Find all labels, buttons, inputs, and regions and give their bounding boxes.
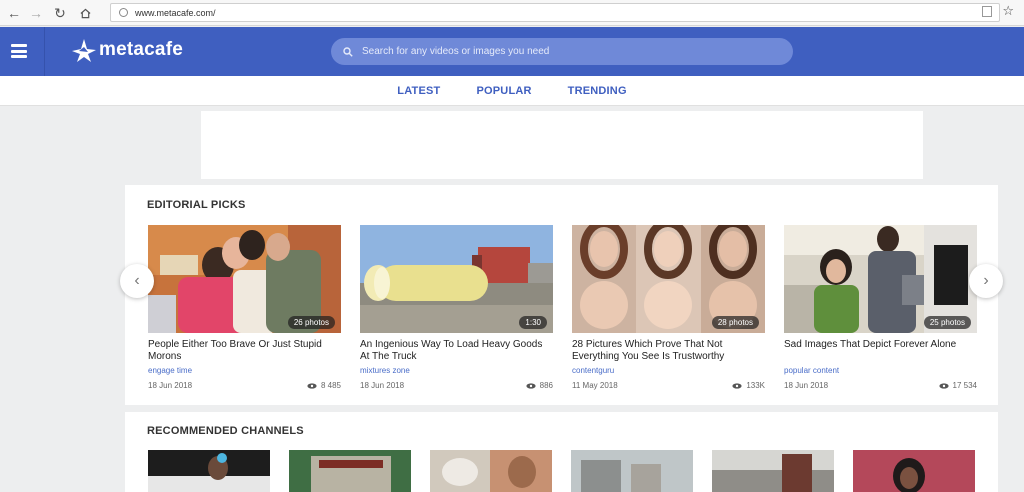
channel-thumbnail[interactable] <box>148 450 270 492</box>
eye-icon <box>307 382 317 389</box>
channel-thumbnail[interactable] <box>571 450 693 492</box>
item-date: 18 Jun 2018 <box>784 381 829 390</box>
address-bar[interactable]: www.metacafe.com/ <box>110 3 1000 22</box>
reader-view-icon[interactable] <box>982 5 993 17</box>
editorial-item[interactable]: 1:30 An Ingenious Way To Load Heavy Good… <box>360 225 553 390</box>
info-icon[interactable] <box>119 8 128 17</box>
site-header: metacafe Search for any videos or images… <box>0 27 1024 76</box>
channel-thumbnail[interactable] <box>430 450 552 492</box>
section-title: EDITORIAL PICKS <box>147 199 246 211</box>
item-views: 8 485 <box>320 381 341 390</box>
nav-trending[interactable]: TRENDING <box>568 85 627 97</box>
item-title[interactable]: Sad Images That Depict Forever Alone <box>784 339 977 363</box>
chevron-left-icon: ‹ <box>134 272 140 289</box>
section-title: RECOMMENDED CHANNELS <box>147 425 304 437</box>
editorial-picks-section: EDITORIAL PICKS 26 photos People Either … <box>125 185 998 405</box>
search-placeholder: Search for any videos or images you need <box>362 46 550 57</box>
channel-thumbnail[interactable] <box>289 450 411 492</box>
chevron-right-icon: › <box>983 272 989 289</box>
ad-banner <box>201 111 923 179</box>
duration-badge: 1:30 <box>519 316 547 329</box>
forward-icon[interactable]: → <box>26 3 46 23</box>
item-title[interactable]: People Either Too Brave Or Just Stupid M… <box>148 339 341 363</box>
logo-star-icon <box>72 39 96 62</box>
eye-icon <box>938 382 949 389</box>
item-thumbnail[interactable]: 26 photos <box>148 225 341 333</box>
item-date: 11 May 2018 <box>572 381 618 390</box>
browser-toolbar: ← → ↻ www.metacafe.com/ ☆ <box>0 0 1024 26</box>
site-logo[interactable]: metacafe <box>70 37 183 63</box>
header-divider <box>44 27 45 76</box>
item-views: 886 <box>539 381 553 390</box>
eye-icon <box>732 382 742 389</box>
search-icon <box>343 46 353 57</box>
category-nav: LATEST POPULAR TRENDING <box>0 76 1024 106</box>
photo-count-badge: 28 photos <box>711 316 759 329</box>
channel-thumbnail[interactable] <box>853 450 975 492</box>
nav-popular[interactable]: POPULAR <box>476 85 531 97</box>
item-source[interactable]: mixtures zone <box>360 366 553 375</box>
item-source[interactable]: popular content <box>784 366 977 375</box>
home-icon[interactable] <box>75 3 95 23</box>
item-thumbnail[interactable]: 28 photos <box>572 225 765 333</box>
editorial-item[interactable]: 28 photos 28 Pictures Which Prove That N… <box>572 225 765 390</box>
item-views: 133K <box>746 381 765 390</box>
item-views: 17 534 <box>952 381 977 390</box>
channel-thumbnail[interactable] <box>712 450 834 492</box>
item-thumbnail[interactable]: 25 photos <box>784 225 977 333</box>
nav-latest[interactable]: LATEST <box>397 85 440 97</box>
item-source[interactable]: contentguru <box>572 366 765 375</box>
url-text: www.metacafe.com/ <box>135 7 216 18</box>
item-title[interactable]: An Ingenious Way To Load Heavy Goods At … <box>360 339 553 363</box>
item-thumbnail[interactable]: 1:30 <box>360 225 553 333</box>
recommended-channels-section: RECOMMENDED CHANNELS <box>125 412 998 492</box>
photo-count-badge: 25 photos <box>923 316 971 329</box>
carousel-prev-button[interactable]: ‹ <box>120 264 154 298</box>
carousel-next-button[interactable]: › <box>969 264 1003 298</box>
item-date: 18 Jun 2018 <box>148 381 193 390</box>
photo-count-badge: 26 photos <box>287 316 335 329</box>
item-date: 18 Jun 2018 <box>360 381 405 390</box>
back-icon[interactable]: ← <box>4 3 24 23</box>
editorial-item[interactable]: 25 photos Sad Images That Depict Forever… <box>784 225 977 390</box>
reload-icon[interactable]: ↻ <box>50 3 70 23</box>
item-source[interactable]: engage time <box>148 366 341 375</box>
search-input[interactable]: Search for any videos or images you need <box>331 38 793 65</box>
eye-icon <box>526 382 536 389</box>
item-title[interactable]: 28 Pictures Which Prove That Not Everyth… <box>572 339 765 363</box>
logo-text: metacafe <box>99 39 183 60</box>
menu-icon[interactable] <box>11 44 27 58</box>
editorial-item[interactable]: 26 photos People Either Too Brave Or Jus… <box>148 225 341 390</box>
bookmark-star-icon[interactable]: ☆ <box>1002 4 1014 18</box>
